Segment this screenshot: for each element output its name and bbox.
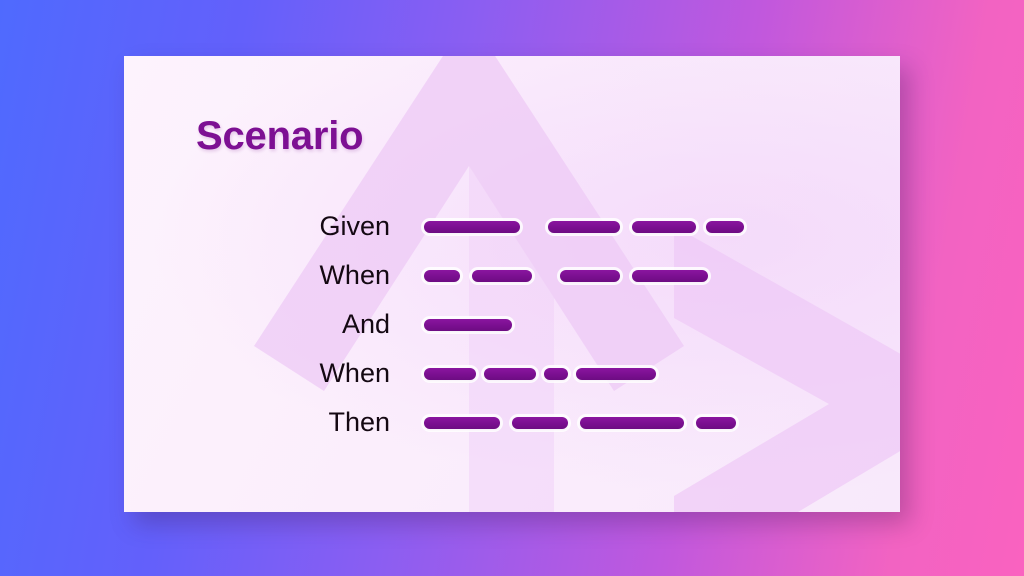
step-keyword: When: [319, 260, 390, 290]
step-text-bars: [424, 416, 900, 430]
step-keyword: And: [341, 309, 390, 339]
step-text-bar: [576, 367, 656, 380]
scenario-step-row: And: [124, 300, 900, 349]
step-text-bar: [424, 367, 476, 380]
step-text-bar: [424, 220, 520, 233]
step-text-bar: [548, 220, 620, 233]
step-text-bar: [484, 367, 536, 380]
step-text-bars: [424, 367, 900, 381]
scenario-steps-list: Given When And When Then: [124, 202, 900, 447]
slide-background: Scenario Given When And When Then: [0, 0, 1024, 576]
scenario-step-row: Given: [124, 202, 900, 251]
step-text-bar: [512, 416, 568, 429]
step-text-bar: [424, 269, 460, 282]
step-text-bar: [632, 269, 708, 282]
page-title: Scenario: [196, 114, 364, 158]
step-text-bars: [424, 220, 900, 234]
step-text-bars: [424, 269, 900, 283]
step-keyword: Given: [319, 211, 390, 241]
step-keyword: Then: [328, 407, 390, 437]
scenario-step-row: When: [124, 349, 900, 398]
step-text-bar: [472, 269, 532, 282]
scenario-step-row: Then: [124, 398, 900, 447]
step-text-bar: [706, 220, 744, 233]
step-text-bar: [696, 416, 736, 429]
step-keyword: When: [319, 358, 390, 388]
step-text-bar: [424, 318, 512, 331]
step-text-bars: [424, 318, 900, 332]
step-text-bar: [424, 416, 500, 429]
slide-card: Scenario Given When And When Then: [124, 56, 900, 512]
step-text-bar: [544, 367, 568, 380]
step-text-bar: [580, 416, 684, 429]
step-text-bar: [632, 220, 696, 233]
scenario-step-row: When: [124, 251, 900, 300]
step-text-bar: [560, 269, 620, 282]
